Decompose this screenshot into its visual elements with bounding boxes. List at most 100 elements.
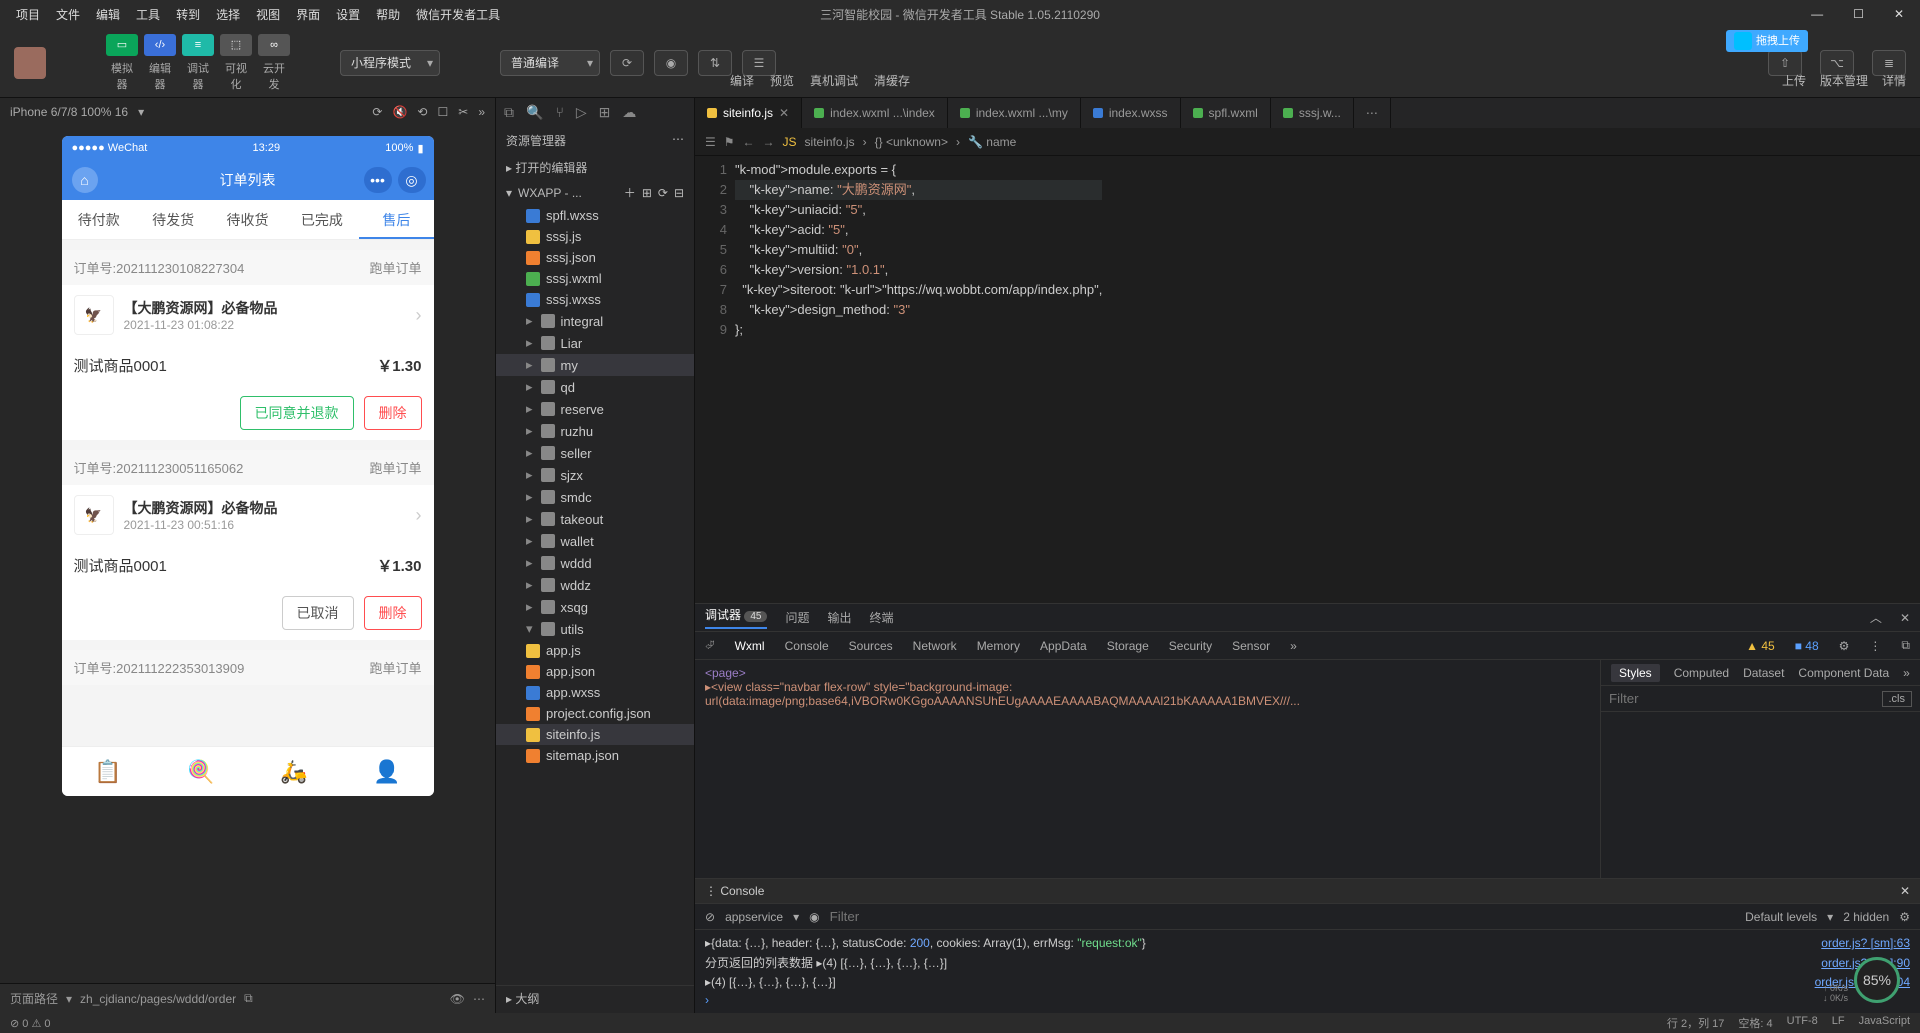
wxml-tree[interactable]: <page> ▸<view class="navbar flex-row" st… [695,660,1600,878]
dt-tab[interactable]: 调试器 45 [705,606,767,629]
folder-item[interactable]: my [496,354,694,376]
refresh-icon[interactable]: ⟳ [372,105,382,119]
minimize-icon[interactable]: — [1803,7,1831,21]
visual-button[interactable]: ⬚ [220,34,252,56]
menu-item[interactable]: 编辑 [88,6,128,23]
panel-tab[interactable]: Sources [849,639,893,653]
cls-button[interactable]: .cls [1882,691,1913,707]
tabbar-item[interactable]: 📋 [62,747,155,796]
outline-label[interactable]: 大纲 [515,992,539,1006]
eye-icon[interactable]: ◉ [809,910,819,924]
simulator-button[interactable]: ▭ [106,34,138,56]
bookmark-icon[interactable]: ⚑ [724,135,735,149]
file-item[interactable]: spfl.wxss [496,205,694,226]
menu-item[interactable]: 视图 [248,6,288,23]
files-icon[interactable]: ⧉ [504,104,514,121]
file-item[interactable]: app.wxss [496,682,694,703]
levels-select[interactable]: Default levels [1745,910,1817,924]
compile-button[interactable]: ⟳ [610,50,644,76]
file-item[interactable]: sssj.wxml [496,268,694,289]
performance-gauge[interactable]: 85% [1854,957,1900,1003]
forward-icon[interactable]: → [763,135,775,149]
menu-item[interactable]: 帮助 [368,6,408,23]
dt-tab[interactable]: 问题 [785,609,809,626]
folder-item[interactable]: Liar [496,332,694,354]
panel-tab[interactable]: Memory [977,639,1020,653]
folder-item[interactable]: xsqg [496,596,694,618]
console-row[interactable]: ▸{data: {…}, header: {…}, statusCode: 20… [705,934,1910,952]
order-row[interactable]: 🦅 【大鹏资源网】必备物品2021-11-23 00:51:16 › [62,485,434,545]
cut-icon[interactable]: ✂ [458,105,468,119]
menu-item[interactable]: 界面 [288,6,328,23]
section-label[interactable]: WXAPP - ... [518,186,582,200]
more-icon[interactable]: » [1290,639,1297,653]
menu-item[interactable]: 项目 [8,6,48,23]
file-item[interactable]: sssj.json [496,247,694,268]
close-icon[interactable]: ✕ [1886,7,1912,21]
tab[interactable]: 待收货 [210,200,284,239]
editor-tab[interactable]: index.wxml ...\index [802,98,948,128]
debug-icon[interactable]: ▷ [576,104,587,121]
folder-item[interactable]: utils [496,618,694,640]
folder-item[interactable]: ruzhu [496,420,694,442]
search-icon[interactable]: 🔍 [526,104,543,121]
more-icon[interactable]: ⋯ [473,992,485,1006]
hidden-count[interactable]: 2 hidden [1843,910,1889,924]
context-select[interactable]: appservice [725,910,783,924]
file-item[interactable]: project.config.json [496,703,694,724]
mute-icon[interactable]: 🔇 [392,105,407,119]
styles-filter-input[interactable] [1609,691,1882,706]
menu-item[interactable]: 转到 [168,6,208,23]
tab[interactable]: 售后 [359,200,433,239]
menu-item[interactable]: 工具 [128,6,168,23]
git-icon[interactable]: ⑂ [555,104,563,120]
refresh-icon[interactable]: ⟳ [658,186,668,200]
console-output[interactable]: ▸{data: {…}, header: {…}, statusCode: 20… [695,930,1920,1013]
panel-tab[interactable]: Network [913,639,957,653]
collapse-icon[interactable]: » [478,105,485,119]
clear-icon[interactable]: ⊘ [705,910,715,924]
editor-button[interactable]: ‹/› [144,34,176,56]
page-path[interactable]: zh_cjdianc/pages/wddd/order [80,992,236,1006]
folder-item[interactable]: smdc [496,486,694,508]
preview-button[interactable]: ◉ [654,50,688,76]
tab[interactable]: 待发货 [136,200,210,239]
back-icon[interactable]: ← [743,135,755,149]
order-row[interactable]: 🦅 【大鹏资源网】必备物品2021-11-23 01:08:22 › [62,285,434,345]
close-icon[interactable]: ✕ [1900,611,1910,625]
capsule-close-icon[interactable]: ◎ [398,167,426,193]
more-icon[interactable]: » [1903,666,1910,680]
folder-item[interactable]: wddd [496,552,694,574]
menu-item[interactable]: 选择 [208,6,248,23]
folder-item[interactable]: takeout [496,508,694,530]
dt-tab[interactable]: 终端 [870,609,894,626]
gutter-icon[interactable]: ☰ [705,135,716,149]
folder-item[interactable]: reserve [496,398,694,420]
ext-icon[interactable]: ⊞ [599,104,611,121]
tab[interactable]: 待付款 [62,200,136,239]
menu-item[interactable]: 设置 [328,6,368,23]
info-badge[interactable]: ■ 48 [1795,639,1819,653]
panel-tab[interactable]: Wxml [735,639,765,653]
panel-tab[interactable]: AppData [1040,639,1087,653]
warnings-badge[interactable]: ▲ 45 [1746,639,1775,653]
panel-tab[interactable]: Console [785,639,829,653]
tabbar-item[interactable]: 👤 [341,747,434,796]
tabbar-item[interactable]: 🛵 [248,747,341,796]
editor-tab[interactable]: siteinfo.js✕ [695,98,802,128]
styles-tab[interactable]: Component Data [1798,666,1889,680]
file-item[interactable]: sssj.wxss [496,289,694,310]
close-icon[interactable]: ✕ [1900,884,1910,898]
new-file-icon[interactable]: ＋ [624,184,636,201]
indent-label[interactable]: 空格: 4 [1738,1015,1772,1031]
more-tabs[interactable]: ⋯ [1354,98,1391,128]
language-label[interactable]: JavaScript [1859,1015,1910,1031]
compile-select[interactable]: 普通编译 [500,50,600,76]
file-item[interactable]: sitemap.json [496,745,694,766]
folder-item[interactable]: seller [496,442,694,464]
cloud-icon[interactable]: ☁ [622,104,636,121]
panel-tab[interactable]: Storage [1107,639,1149,653]
chevron-up-icon[interactable]: ︿ [1870,609,1882,626]
file-item[interactable]: app.js [496,640,694,661]
inspect-icon[interactable]: ⮰ [705,638,715,653]
